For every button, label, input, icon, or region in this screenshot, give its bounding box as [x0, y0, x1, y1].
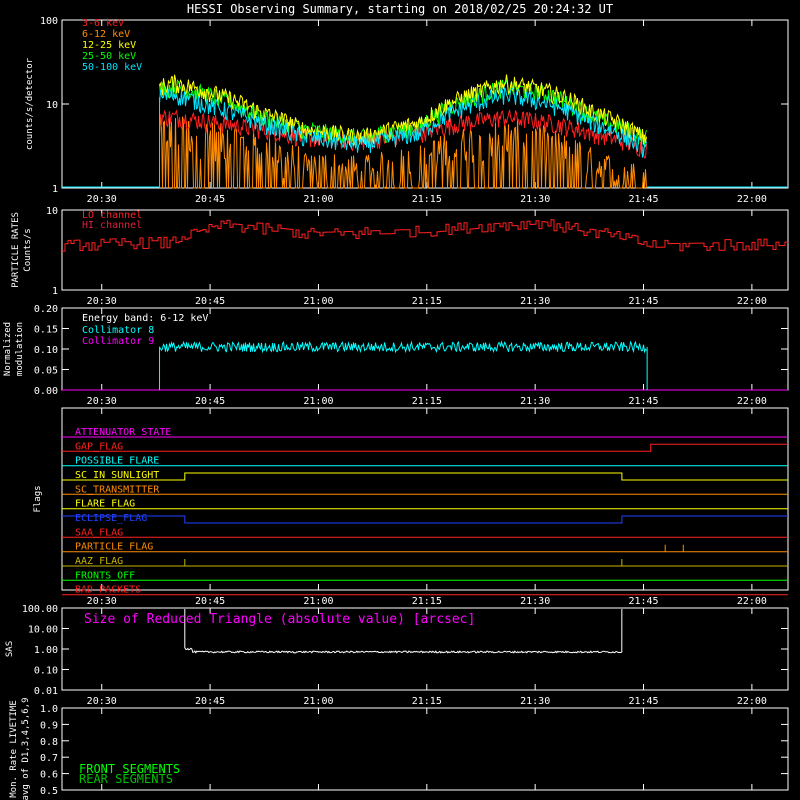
- flags-ylabel: Flags: [33, 485, 43, 512]
- modulation-ytick-label: 0.15: [34, 325, 58, 336]
- particle-xtick-label: 20:45: [195, 296, 225, 307]
- modulation-legend-1: Collimator 9: [82, 336, 154, 347]
- flag-label-flare_flag: FLARE_FLAG: [75, 499, 135, 510]
- livetime-ylabel2: avg of D1,3,4,5,6,9: [21, 698, 31, 800]
- flags-xtick-label: 21:30: [520, 596, 550, 607]
- hessi-summary-chart: HESSI Observing Summary, starting on 201…: [0, 0, 800, 800]
- particle-ylabel: PARTICLE RATES: [11, 212, 21, 288]
- modulation-ylabel: Normalized: [3, 322, 13, 376]
- modulation-xtick-label: 21:15: [412, 396, 442, 407]
- counts-legend-3: 25-50 keV: [82, 51, 136, 62]
- flag-label-sc_in_sunlight: SC_IN_SUNLIGHT: [75, 470, 159, 481]
- flag-label-attenuator_state: ATTENUATOR_STATE: [75, 427, 171, 438]
- sas-ytick-label: 10.00: [28, 625, 58, 636]
- sas-xtick-label: 21:45: [628, 696, 658, 707]
- counts-xtick-label: 21:15: [412, 194, 442, 205]
- counts-xtick-label: 20:30: [87, 194, 117, 205]
- modulation-xtick-label: 21:00: [303, 396, 333, 407]
- counts-legend-2: 12-25 keV: [82, 40, 136, 51]
- modulation-ytick-label: 0.00: [34, 386, 58, 397]
- livetime-legend-1: REAR SEGMENTS: [79, 772, 173, 786]
- modulation-xtick-label: 22:00: [737, 396, 767, 407]
- particle-ytick-label: 10: [46, 206, 58, 217]
- modulation-xtick-label: 20:45: [195, 396, 225, 407]
- modulation-ytick-label: 0.10: [34, 345, 58, 356]
- counts-xtick-label: 21:45: [628, 194, 658, 205]
- modulation-ytick-label: 0.20: [34, 304, 58, 315]
- particle-xtick-label: 21:30: [520, 296, 550, 307]
- flag-label-possible_flare: POSSIBLE_FLARE: [75, 456, 159, 467]
- modulation-legend-0: Collimator 8: [82, 325, 154, 336]
- counts-xtick-label: 20:45: [195, 194, 225, 205]
- sas-ytick-label: 100.00: [22, 604, 58, 615]
- counts-xtick-label: 21:00: [303, 194, 333, 205]
- counts-ytick-label: 1: [52, 184, 58, 195]
- livetime-ytick-label: 0.8: [40, 737, 58, 748]
- counts-legend-4: 50-100 keV: [82, 62, 142, 73]
- chart-title: HESSI Observing Summary, starting on 201…: [187, 2, 613, 16]
- sas-xtick-label: 20:30: [87, 696, 117, 707]
- sas-xtick-label: 21:30: [520, 696, 550, 707]
- sas-ytick-label: 0.01: [34, 686, 58, 697]
- flag-label-aaz_flag: AAZ_FLAG: [75, 556, 123, 567]
- flag-label-sc_transmitter: SC_TRANSMITTER: [75, 484, 160, 495]
- flags-xtick-label: 20:30: [87, 596, 117, 607]
- particle-ylabel2: Counts/s: [23, 228, 33, 271]
- livetime-ytick-label: 1.0: [40, 704, 58, 715]
- counts-xtick-label: 22:00: [737, 194, 767, 205]
- sas-ylabel: SAS: [5, 641, 15, 657]
- counts-ytick-label: 100: [40, 16, 58, 27]
- modulation-ytick-label: 0.05: [34, 366, 58, 377]
- particle-ytick-label: 1: [52, 286, 58, 297]
- modulation-xtick-label: 20:30: [87, 396, 117, 407]
- flag-label-bad_packets: BAD_PACKETS: [75, 585, 141, 596]
- particle-xtick-label: 21:45: [628, 296, 658, 307]
- counts-legend-1: 6-12 keV: [82, 29, 130, 40]
- counts-ytick-label: 10: [46, 100, 58, 111]
- particle-xtick-label: 21:15: [412, 296, 442, 307]
- flag-label-fronts_off: FRONTS_OFF: [75, 570, 135, 581]
- sas-ytick-label: 1.00: [34, 645, 58, 656]
- flag-label-eclipse_flag: ECLIPSE_FLAG: [75, 513, 147, 524]
- sas-ytick-label: 0.10: [34, 666, 58, 677]
- modulation-ylabel2: modulation: [15, 322, 25, 376]
- counts-xtick-label: 21:30: [520, 194, 550, 205]
- particle-legend-1: HI channel: [82, 220, 142, 231]
- modulation-xtick-label: 21:30: [520, 396, 550, 407]
- sas-xtick-label: 20:45: [195, 696, 225, 707]
- livetime-ytick-label: 0.7: [40, 753, 58, 764]
- background: [0, 0, 800, 800]
- flag-label-saa_flag: SAA_FLAG: [75, 527, 123, 538]
- flags-xtick-label: 20:45: [195, 596, 225, 607]
- particle-xtick-label: 22:00: [737, 296, 767, 307]
- livetime-ytick-label: 0.9: [40, 720, 58, 731]
- counts-legend-0: 3-6 keV: [82, 18, 124, 29]
- modulation-xtick-label: 21:45: [628, 396, 658, 407]
- sas-annotation: Size of Reduced Triangle (absolute value…: [84, 612, 475, 627]
- sas-xtick-label: 22:00: [737, 696, 767, 707]
- particle-xtick-label: 20:30: [87, 296, 117, 307]
- livetime-ytick-label: 0.6: [40, 770, 58, 781]
- particle-xtick-label: 21:00: [303, 296, 333, 307]
- livetime-ylabel: Mon. Rate LIVETIME: [9, 700, 19, 798]
- sas-xtick-label: 21:00: [303, 696, 333, 707]
- counts-ylabel: counts/s/detector: [25, 57, 35, 150]
- flags-xtick-label: 21:00: [303, 596, 333, 607]
- modulation-annotation: Energy band: 6-12 keV: [82, 313, 208, 324]
- sas-xtick-label: 21:15: [412, 696, 442, 707]
- flags-xtick-label: 21:15: [412, 596, 442, 607]
- flags-xtick-label: 21:45: [628, 596, 658, 607]
- flags-xtick-label: 22:00: [737, 596, 767, 607]
- flag-label-gap_flag: GAP_FLAG: [75, 441, 123, 452]
- livetime-ytick-label: 0.5: [40, 786, 58, 797]
- flag-label-particle_flag: PARTICLE_FLAG: [75, 542, 153, 553]
